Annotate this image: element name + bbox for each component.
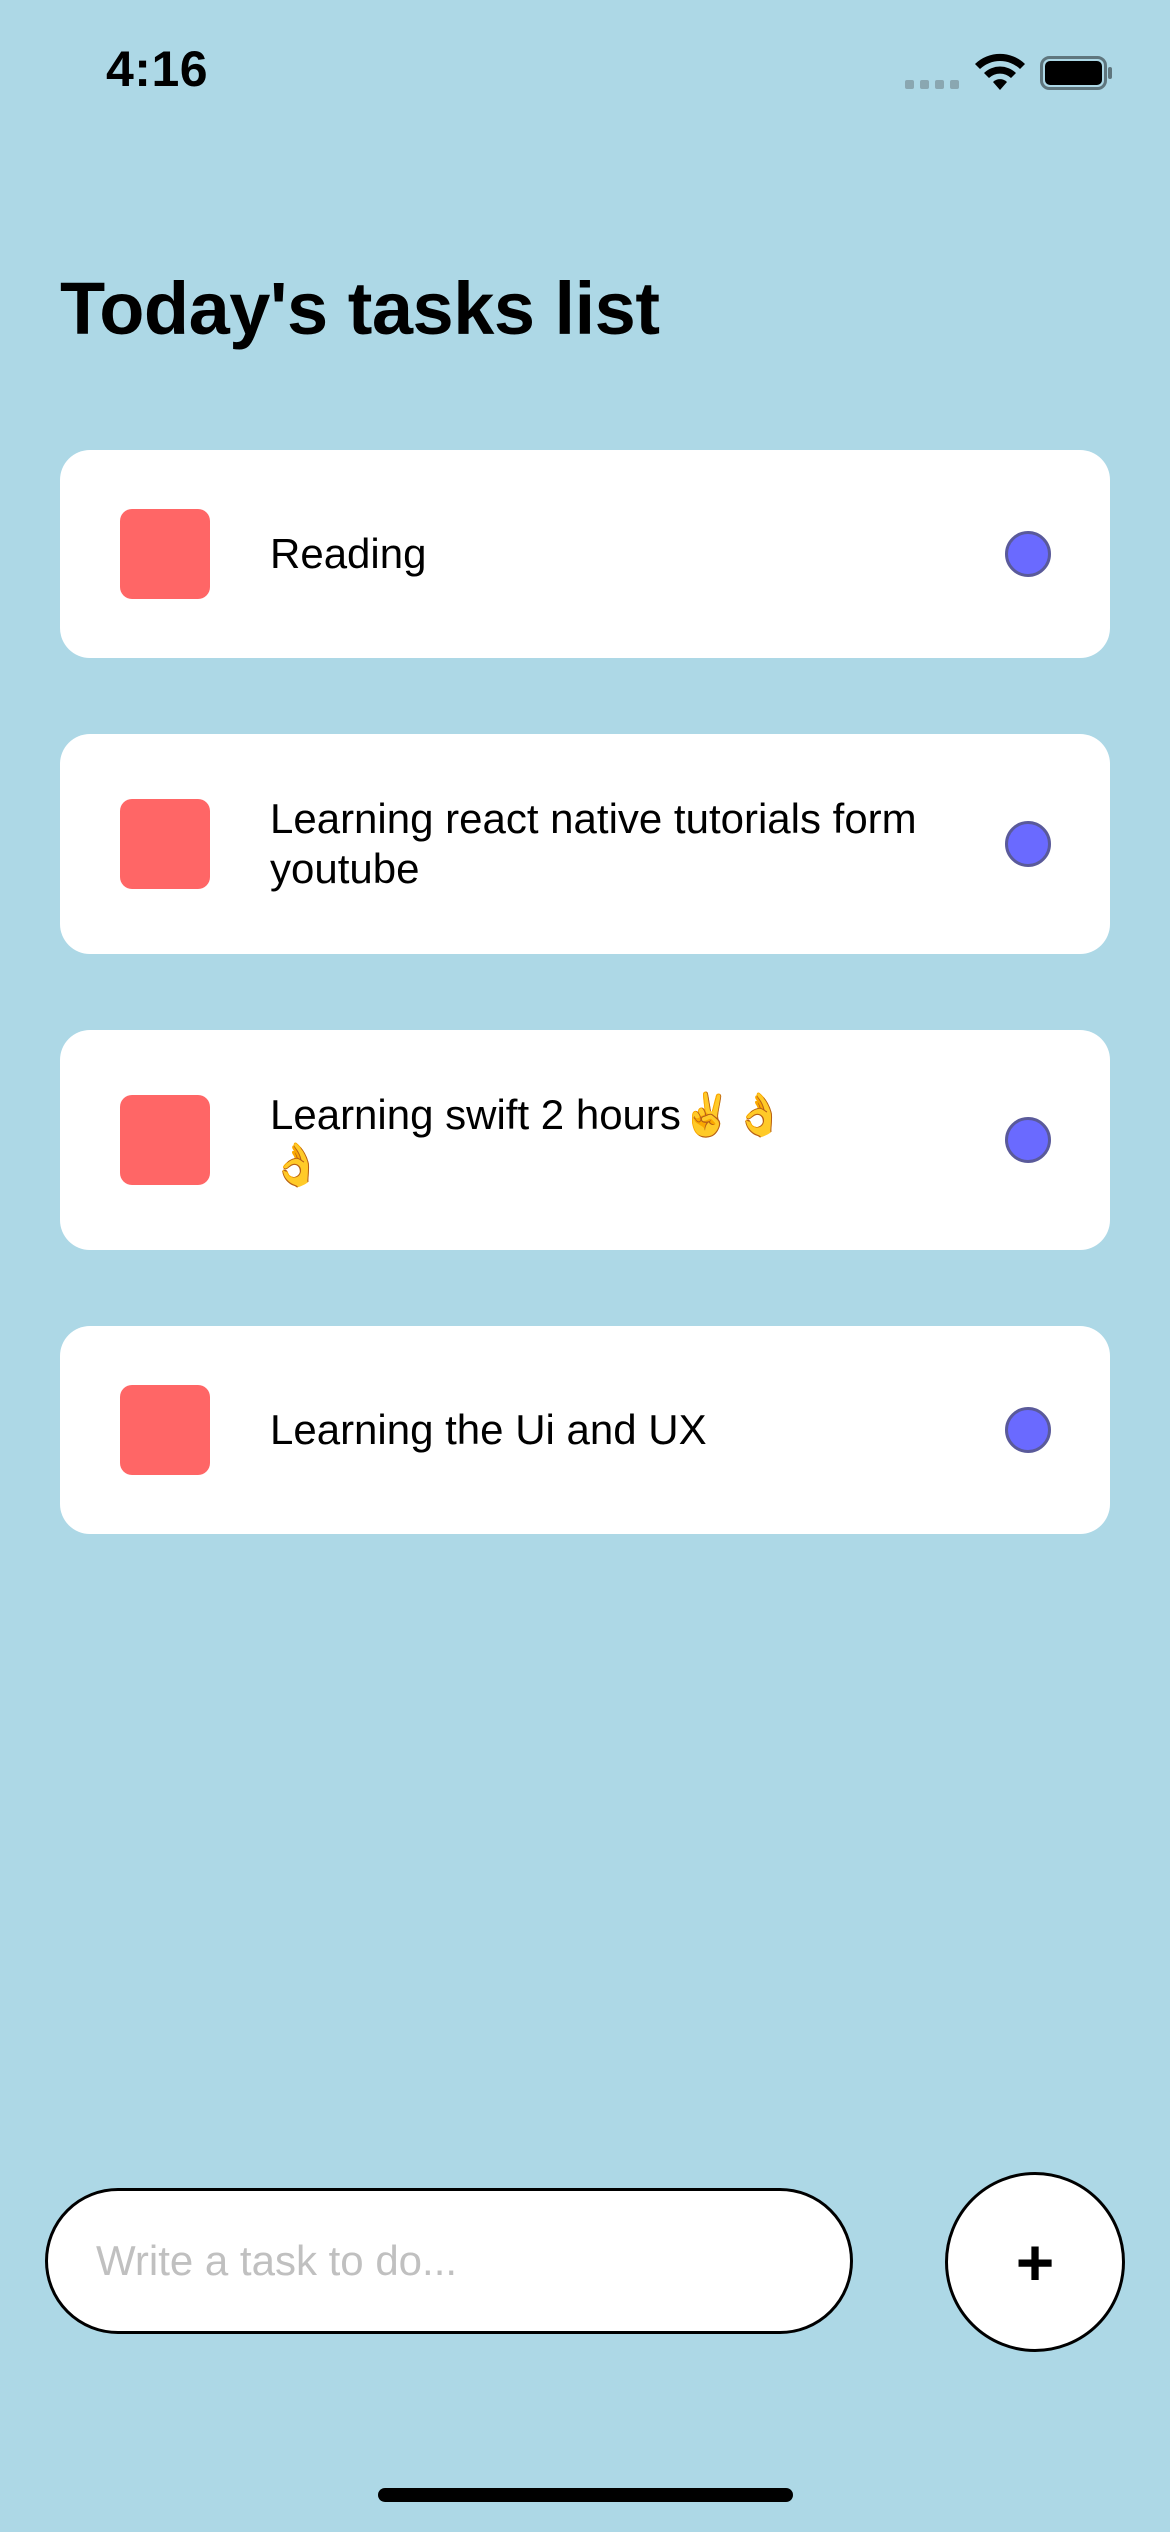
task-status-circle-icon[interactable] [1005, 1117, 1051, 1163]
task-item[interactable]: Learning react native tutorials form you… [60, 734, 1110, 954]
task-item[interactable]: Learning swift 2 hours✌️👌👌 [60, 1030, 1110, 1250]
page-title: Today's tasks list [60, 267, 660, 350]
add-task-button[interactable]: + [945, 2172, 1125, 2352]
status-time: 4:16 [106, 41, 209, 97]
wifi-icon [975, 53, 1025, 90]
task-status-circle-icon[interactable] [1005, 821, 1051, 867]
battery-icon [1040, 56, 1112, 90]
task-square-icon[interactable] [120, 509, 210, 599]
task-status-circle-icon[interactable] [1005, 531, 1051, 577]
home-indicator [378, 2488, 793, 2502]
task-text: Reading [270, 530, 427, 577]
task-item[interactable]: Learning the Ui and UX [60, 1326, 1110, 1534]
task-input[interactable] [45, 2188, 853, 2334]
task-square-icon[interactable] [120, 1095, 210, 1185]
task-text: Learning the Ui and UX [270, 1406, 707, 1453]
task-text: Learning swift 2 hours✌️👌👌 [270, 1091, 786, 1188]
status-bar: 4:16 [0, 0, 1170, 140]
cellular-signal-icon [905, 80, 959, 89]
task-item[interactable]: Reading [60, 450, 1110, 658]
task-square-icon[interactable] [120, 799, 210, 889]
task-text: Learning react native tutorials form you… [270, 795, 917, 892]
task-status-circle-icon[interactable] [1005, 1407, 1051, 1453]
task-square-icon[interactable] [120, 1385, 210, 1475]
